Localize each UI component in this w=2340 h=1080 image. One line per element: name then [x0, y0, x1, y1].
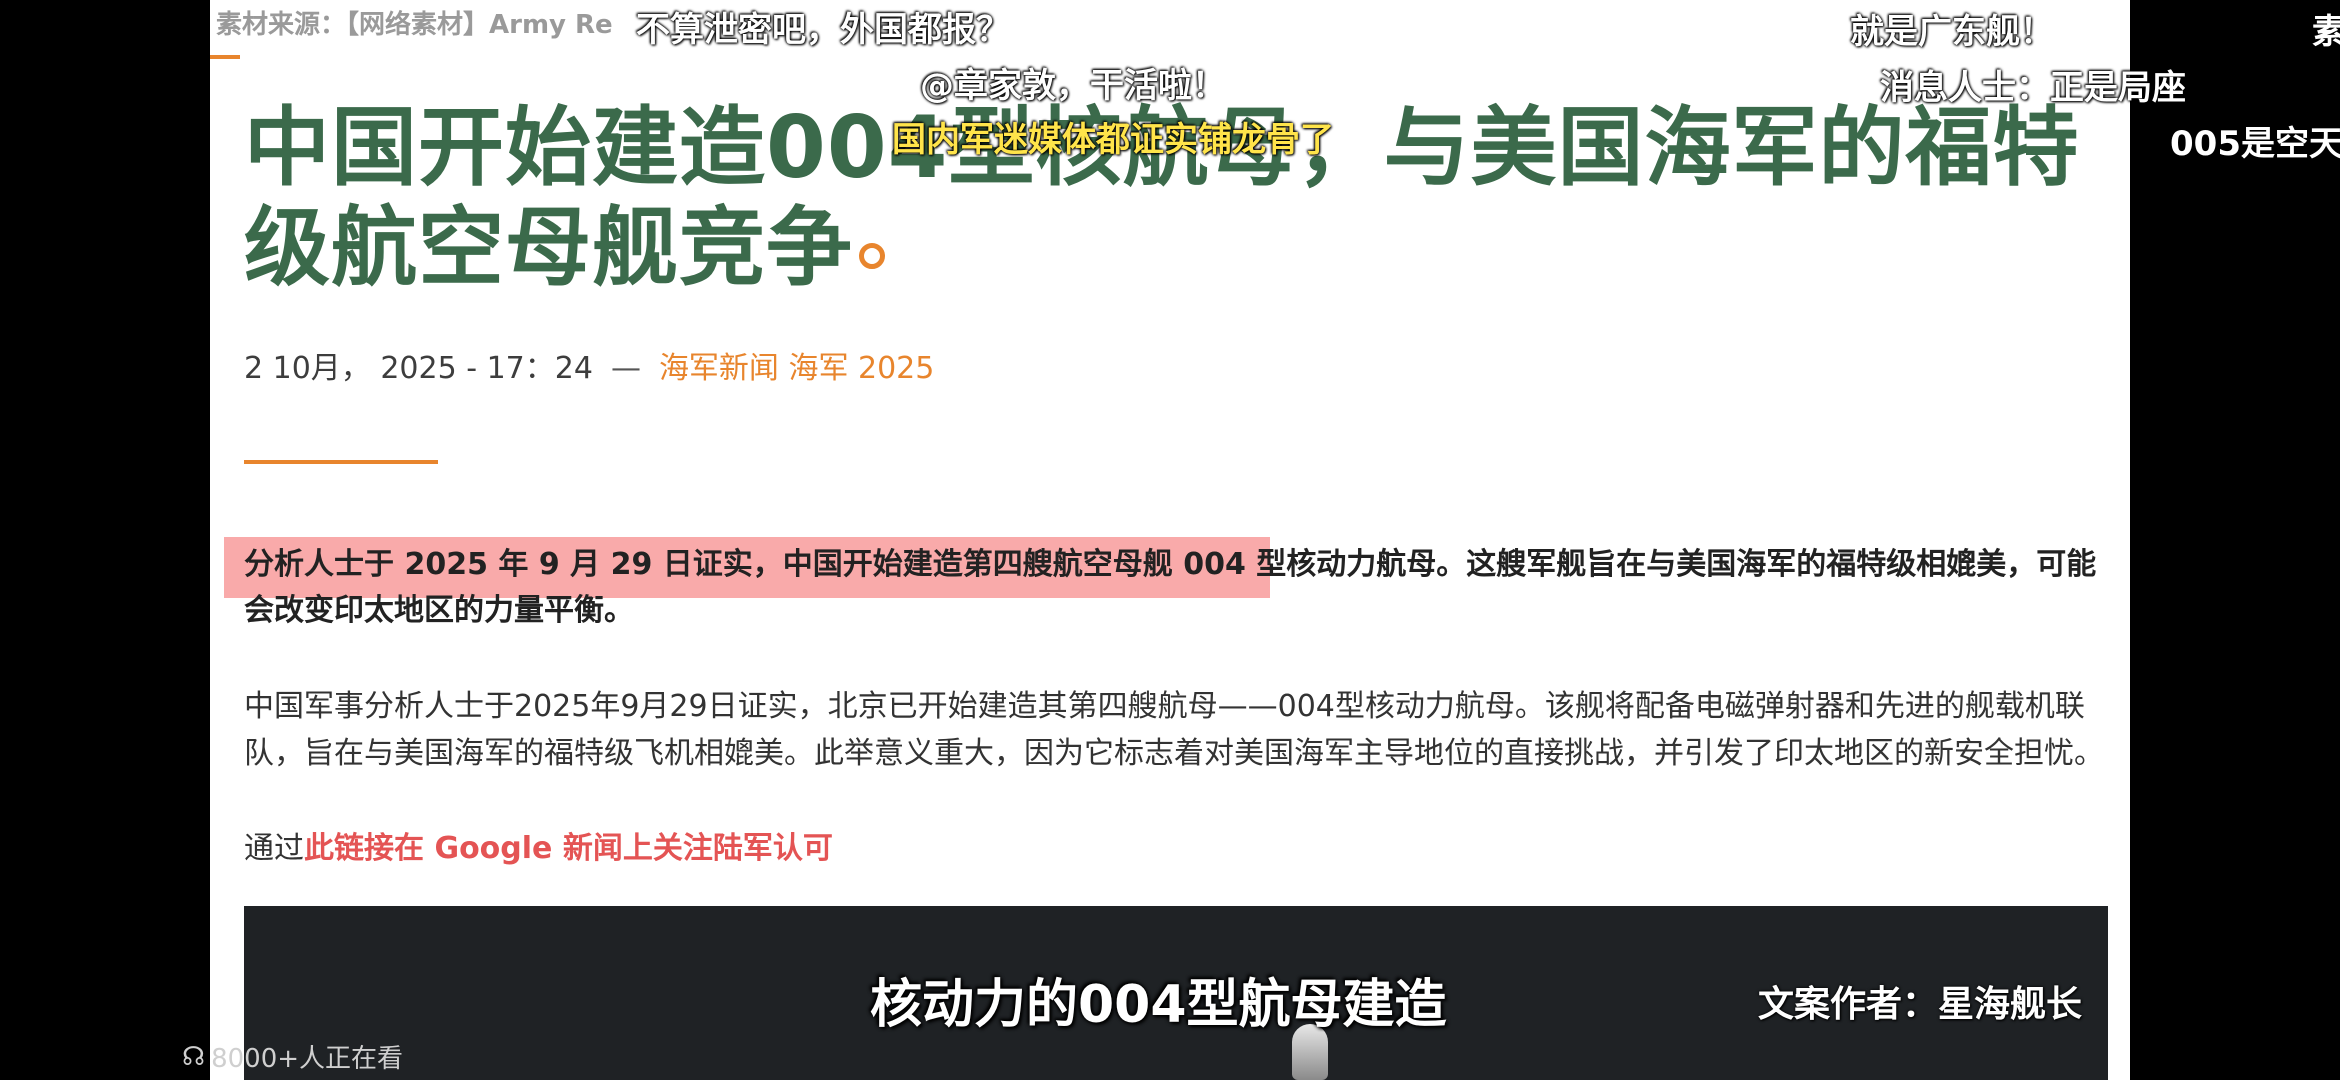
viewer-count: ☊ 8000+人正在看: [182, 1038, 403, 1075]
danmaku-comment: @章家敦，干活啦！: [920, 66, 1226, 106]
headphones-icon: ☊: [182, 1041, 206, 1072]
danmaku-comment: 国内军迷媒体都证实铺龙骨了: [892, 120, 1334, 160]
danmaku-comment: 就是广东舰！: [1850, 12, 2054, 52]
source-label: 素材来源：【网络素材】Army Re: [216, 10, 613, 40]
article-body: 中国军事分析人士于2025年9月29日证实，北京已开始建造其第四艘航母——004…: [244, 689, 2104, 771]
meta-separator: —: [610, 351, 641, 386]
follow-prefix: 通过: [244, 831, 304, 866]
follow-line: 通过此链接在 Google 新闻上关注陆军认可: [244, 823, 833, 867]
danmaku-comment: 素: [2312, 12, 2340, 52]
title-dot-icon: [859, 243, 885, 269]
article-categories[interactable]: 海军新闻 海军 2025: [659, 351, 934, 386]
article-page: 素材来源：【网络素材】Army Re 中国开始建造004型核航母，与美国海军的福…: [210, 0, 2130, 1080]
danmaku-comment: 不算泄密吧，外国都报？: [636, 10, 1010, 50]
danmaku-comment: 005是空天: [2170, 124, 2340, 164]
google-news-link[interactable]: 此链接在 Google 新闻上关注陆军认可: [304, 831, 833, 866]
viewer-count-text: 8000+人正在看: [211, 1044, 404, 1074]
section-underline: [244, 460, 438, 464]
video-caption: 核动力的004型航母建造: [870, 975, 1447, 1035]
accent-bar: [210, 55, 240, 59]
article-date: 2 10月， 2025 - 17：24: [244, 351, 593, 386]
article-lead: 分析人士于 2025 年 9 月 29 日证实，中国开始建造第四艘航空母舰 00…: [244, 547, 2097, 628]
article-meta: 2 10月， 2025 - 17：24 — 海军新闻 海军 2025: [244, 343, 934, 387]
author-credit: 文案作者：星海舰长: [1758, 984, 2083, 1025]
danmaku-comment: 消息人士：正是局座: [1880, 68, 2186, 108]
